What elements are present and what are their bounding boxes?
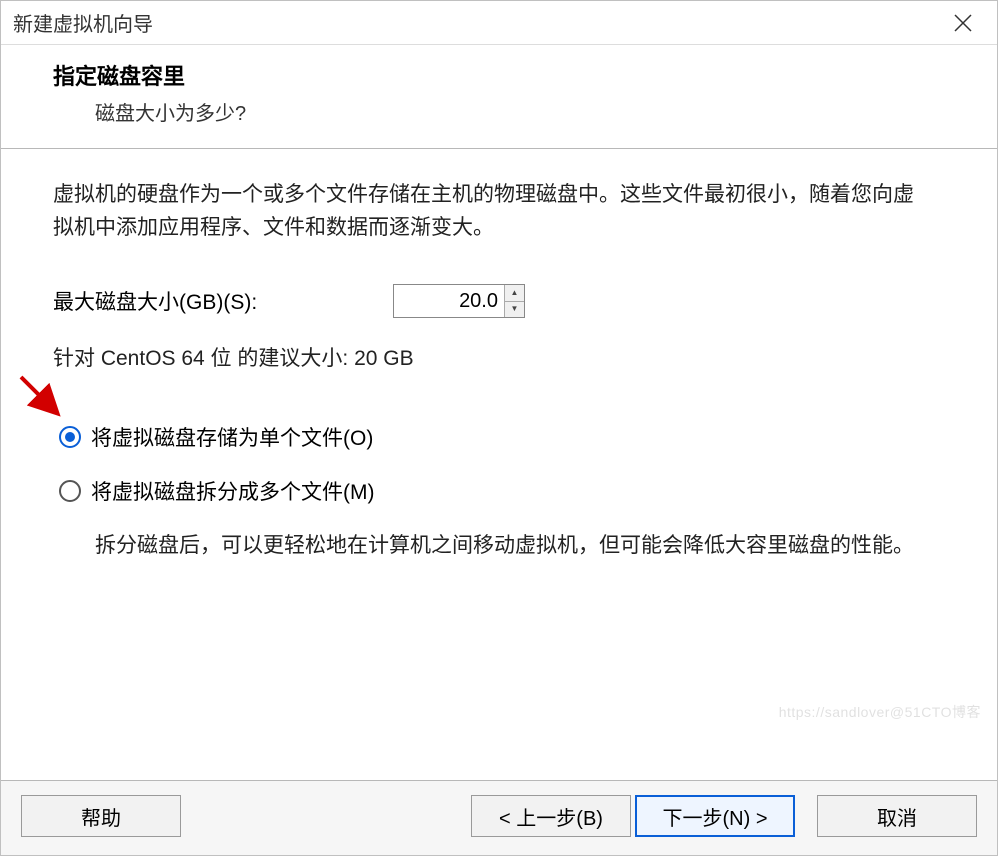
next-button[interactable]: 下一步(N) > xyxy=(635,795,795,837)
recommended-size-text: 针对 CentOS 64 位 的建议大小: 20 GB xyxy=(53,342,945,372)
cancel-button[interactable]: 取消 xyxy=(817,795,977,837)
spinner-buttons: ▲ ▼ xyxy=(504,285,524,317)
close-icon[interactable] xyxy=(941,1,985,45)
back-button[interactable]: < 上一步(B) xyxy=(471,795,631,837)
radio-split-files[interactable]: 将虚拟磁盘拆分成多个文件(M) xyxy=(53,476,945,506)
radio-single-label: 将虚拟磁盘存储为单个文件(O) xyxy=(91,422,373,452)
titlebar: 新建虚拟机向导 xyxy=(1,1,997,45)
description-text: 虚拟机的硬盘作为一个或多个文件存储在主机的物理磁盘中。这些文件最初很小，随着您向… xyxy=(53,179,933,244)
radio-icon xyxy=(59,480,81,502)
page-title: 指定磁盘容里 xyxy=(53,59,967,91)
window-title: 新建虚拟机向导 xyxy=(13,8,153,37)
radio-split-label: 将虚拟磁盘拆分成多个文件(M) xyxy=(91,476,374,506)
annotation-arrow-icon xyxy=(15,371,65,421)
spinner-down-icon[interactable]: ▼ xyxy=(505,302,524,318)
radio-icon xyxy=(59,426,81,448)
wizard-footer: 帮助 < 上一步(B) 下一步(N) > 取消 xyxy=(1,780,997,855)
spinner-up-icon[interactable]: ▲ xyxy=(505,285,524,302)
split-description: 拆分磁盘后，可以更轻松地在计算机之间移动虚拟机，但可能会降低大容里磁盘的性能。 xyxy=(53,530,943,563)
disk-size-input[interactable] xyxy=(394,285,504,317)
disk-size-label: 最大磁盘大小(GB)(S): xyxy=(53,286,393,316)
page-subtitle: 磁盘大小为多少? xyxy=(53,97,967,126)
radio-store-single-file[interactable]: 将虚拟磁盘存储为单个文件(O) xyxy=(53,422,945,452)
wizard-header: 指定磁盘容里 磁盘大小为多少? xyxy=(1,45,997,149)
wizard-window: 新建虚拟机向导 指定磁盘容里 磁盘大小为多少? 虚拟机的硬盘作为一个或多个文件存… xyxy=(0,0,998,856)
disk-size-spinner[interactable]: ▲ ▼ xyxy=(393,284,525,318)
watermark-text: https://sandlover@51CTO博客 xyxy=(779,702,981,722)
disk-size-row: 最大磁盘大小(GB)(S): ▲ ▼ xyxy=(53,284,945,318)
help-button[interactable]: 帮助 xyxy=(21,795,181,837)
wizard-content: 虚拟机的硬盘作为一个或多个文件存储在主机的物理磁盘中。这些文件最初很小，随着您向… xyxy=(1,149,997,780)
disk-storage-radio-group: 将虚拟磁盘存储为单个文件(O) 将虚拟磁盘拆分成多个文件(M) 拆分磁盘后，可以… xyxy=(53,422,945,563)
